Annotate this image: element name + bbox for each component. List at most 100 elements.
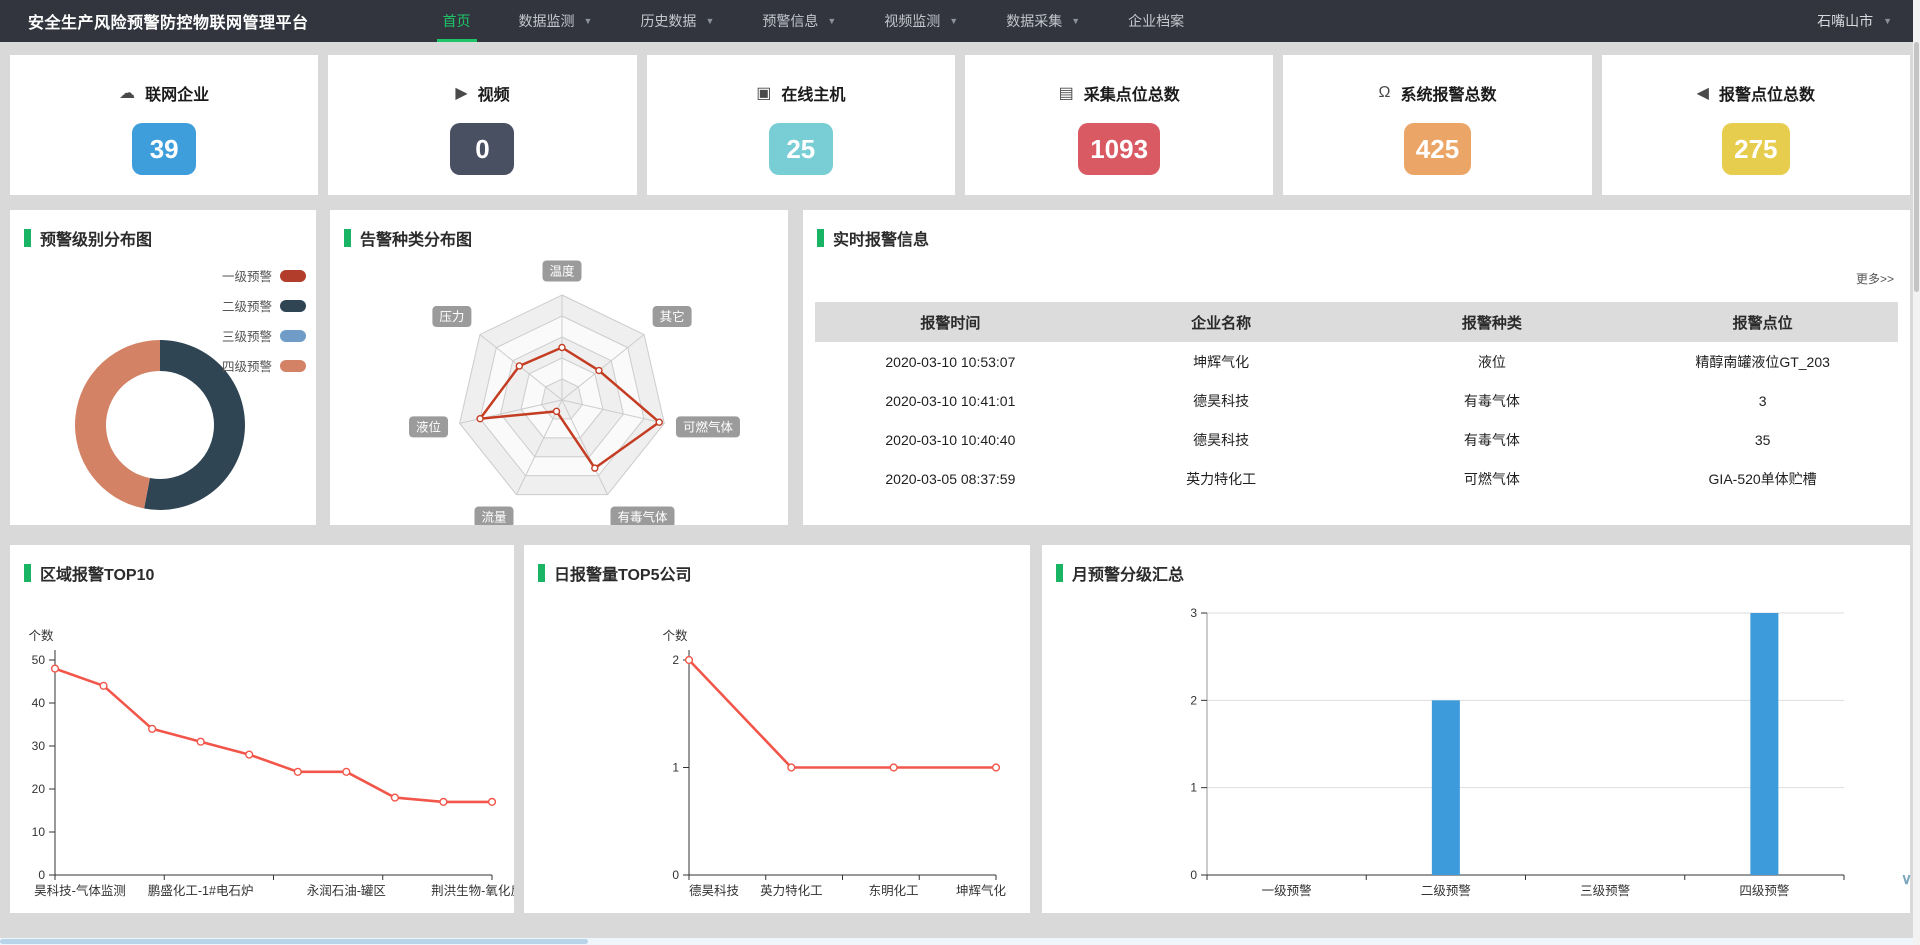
nav-item-数据监测[interactable]: 数据监测▼: [495, 0, 617, 42]
radar-data-point: [596, 368, 602, 374]
radar-axis-label-液位: 液位: [409, 416, 448, 437]
region-label: 石嘴山市: [1817, 11, 1873, 31]
table-cell: 有毒气体: [1357, 430, 1628, 450]
stat-card-head: ▤采集点位总数: [1059, 81, 1180, 105]
nav-item-视频监测[interactable]: 视频监测▼: [860, 0, 982, 42]
stat-card-label: 系统报警总数: [1400, 81, 1496, 105]
stat-card-联网企业: ☁联网企业 39: [10, 55, 318, 195]
legend-label: 三级预警: [222, 326, 272, 345]
table-cell: GIA-520单体贮槽: [1627, 469, 1898, 489]
radar-axis-label-流量: 流量: [475, 507, 514, 525]
radar-data-point: [559, 345, 565, 351]
nav-item-首页[interactable]: 首页: [419, 0, 495, 42]
daily-alarm-top5-panel: 日报警量TOP5公司 个数012德昊科技英力特化工东明化工坤辉气化: [524, 545, 1030, 913]
stat-card-value: 25: [769, 123, 833, 175]
chart-text: 压力: [439, 310, 464, 324]
top-navbar: 安全生产风险预警防控物联网管理平台 首页数据监测▼ 历史数据 ▼ 预警信息 ▼ 视频监测▼…: [0, 0, 1920, 42]
chart-text: 荆洪生物-氧化反: [431, 884, 514, 898]
vertical-scrollbar-thumb[interactable]: [1914, 42, 1919, 292]
panel-title-text: 日报警量TOP5公司: [554, 561, 692, 585]
chevron-down-icon: ▼: [827, 16, 836, 26]
chart-text: 50: [32, 653, 46, 667]
nav-item-label: 历史数据: [640, 11, 696, 31]
panel-title-text: 实时报警信息: [833, 226, 929, 250]
app-title: 安全生产风险预警防控物联网管理平台: [28, 9, 309, 33]
nav-item-label: 数据采集: [1006, 11, 1062, 31]
region-selector[interactable]: 石嘴山市 ▼: [1817, 11, 1892, 31]
alarm-type-radar-chart: 温度其它可燃气体有毒气体流量液位压力: [330, 210, 788, 525]
chevron-down-icon: ▼: [1883, 16, 1892, 26]
radar-data-point: [554, 408, 560, 414]
legend-swatch: [280, 300, 306, 312]
stat-card-采集点位总数: ▤采集点位总数1093: [965, 55, 1273, 195]
legend-item-一级预警[interactable]: 一级预警: [222, 266, 306, 285]
more-link[interactable]: 更多>>: [1856, 270, 1894, 287]
line-data-point: [686, 657, 693, 664]
chart-text: 20: [32, 782, 46, 796]
table-row[interactable]: 2020-03-05 08:37:59英力特化工可燃气体GIA-520单体贮槽: [815, 459, 1898, 498]
chart-text: 个数: [662, 628, 688, 643]
nav-item-label: 预警信息: [762, 11, 818, 31]
stat-cards-row: ☁联网企业39▶视频0▣在线主机25▤采集点位总数1093Ω系统报警总数425◀…: [10, 55, 1910, 195]
table-row[interactable]: 2020-03-10 10:40:40德昊科技有毒气体35: [815, 420, 1898, 459]
stat-card-value: 39: [132, 123, 196, 175]
vertical-scrollbar[interactable]: ∨: [1913, 0, 1920, 945]
chart-text: 永润石油-罐区: [307, 884, 386, 898]
legend-item-二级预警[interactable]: 二级预警: [222, 296, 306, 315]
stat-card-value: 275: [1722, 123, 1789, 175]
table-row[interactable]: 2020-03-10 10:41:01德昊科技有毒气体3: [815, 381, 1898, 420]
horizontal-scrollbar[interactable]: [0, 938, 1913, 945]
chart-text: 1: [1190, 781, 1197, 795]
title-accent-bar: [344, 229, 351, 247]
panel-title-text: 告警种类分布图: [360, 226, 472, 250]
monitor-icon: ▣: [756, 83, 771, 103]
chart-text: 40: [32, 696, 46, 710]
stat-card-head: ☁联网企业: [119, 81, 209, 105]
stat-card-head: ◀报警点位总数: [1697, 81, 1815, 105]
line-data-point: [489, 799, 496, 806]
chart-text: 一级预警: [1262, 883, 1312, 898]
table-cell: 2020-03-10 10:41:01: [815, 393, 1086, 409]
chart-text: 2: [672, 653, 679, 667]
legend-swatch: [280, 270, 306, 282]
title-accent-bar: [817, 229, 824, 247]
column-header-报警种类: 报警种类: [1357, 312, 1628, 333]
region-alarm-top10-panel: 区域报警TOP10 个数01020304050昊科技-气体监测鹏盛化工-1#电石…: [10, 545, 514, 913]
radar-axis-label-有毒气体: 有毒气体: [610, 507, 674, 525]
scroll-down-chevron-icon[interactable]: ∨: [1901, 870, 1912, 888]
panel-title: 区域报警TOP10: [24, 561, 154, 585]
nav-item-历史数据[interactable]: 历史数据 ▼: [616, 0, 738, 42]
bar-二级预警: [1432, 700, 1460, 875]
nav-item-数据采集[interactable]: 数据采集▼: [982, 0, 1104, 42]
legend-swatch: [280, 360, 306, 372]
panel-title-text: 区域报警TOP10: [40, 561, 154, 585]
bell-icon: Ω: [1378, 84, 1390, 102]
chart-text: 鹏盛化工-1#电石炉: [148, 883, 254, 898]
table-cell: 精醇南罐液位GT_203: [1627, 352, 1898, 372]
table-row[interactable]: 2020-03-10 10:53:07坤辉气化液位精醇南罐液位GT_203: [815, 342, 1898, 381]
radar-axis-label-其它: 其它: [653, 306, 692, 327]
warning-level-pie-panel: 预警级别分布图 一级预警二级预警三级预警四级预警: [10, 210, 316, 525]
pie-legend: 一级预警二级预警三级预警四级预警: [222, 266, 306, 375]
chevron-down-icon: ▼: [705, 16, 714, 26]
line-data-point: [343, 768, 350, 775]
video-icon: ▶: [455, 83, 467, 103]
nav-item-企业档案[interactable]: 企业档案: [1104, 0, 1208, 42]
stat-card-label: 视频: [478, 81, 510, 105]
nav-item-预警信息[interactable]: 预警信息 ▼: [738, 0, 860, 42]
stat-card-label: 联网企业: [145, 81, 209, 105]
legend-swatch: [280, 330, 306, 342]
table-header-row: 报警时间企业名称报警种类报警点位: [815, 302, 1898, 342]
stat-card-head: Ω 系统报警总数: [1378, 81, 1496, 105]
panel-title: 实时报警信息: [817, 226, 929, 250]
table-cell: 液位: [1357, 352, 1628, 372]
horizontal-scrollbar-thumb[interactable]: [0, 939, 588, 944]
legend-item-三级预警[interactable]: 三级预警: [222, 326, 306, 345]
legend-item-四级预警[interactable]: 四级预警: [222, 356, 306, 375]
chart-text: 东明化工: [869, 884, 919, 898]
line-series: [689, 660, 996, 768]
panel-title-text: 预警级别分布图: [40, 226, 152, 250]
chart-text: 三级预警: [1580, 883, 1630, 898]
region-alarm-top10-line-chart: 个数01020304050昊科技-气体监测鹏盛化工-1#电石炉永润石油-罐区荆洪…: [10, 545, 514, 913]
chart-text: 昊科技-气体监测: [34, 883, 126, 898]
